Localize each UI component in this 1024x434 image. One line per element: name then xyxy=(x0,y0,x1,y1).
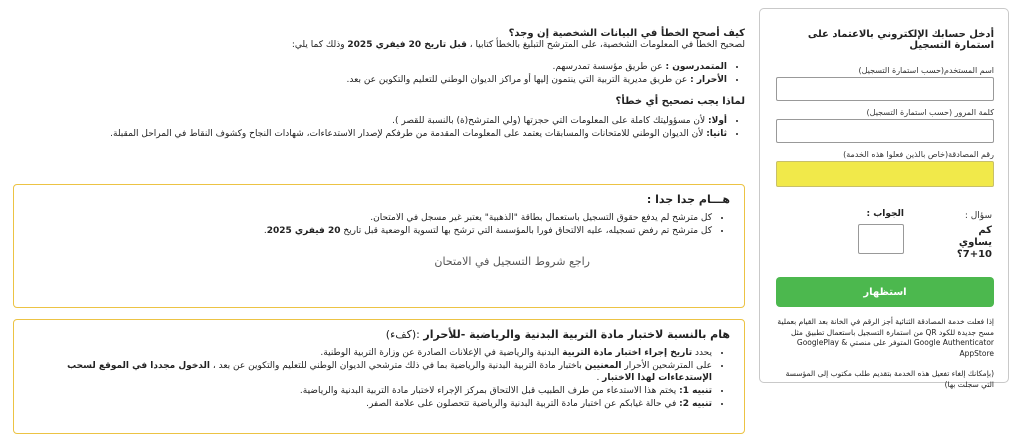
list-item-text: باختبار مادة التربية البدنية والرياضية ب… xyxy=(209,361,585,371)
pe-list: يحدد تاريخ إجراء اختبار مادة التربية الب… xyxy=(28,347,730,410)
password-label: كلمة المرور (حسب استمارة التسجيل) xyxy=(866,108,994,117)
list-item-bold: تنبيه 2: xyxy=(679,399,712,409)
auth-code-label: رقم المصادقة(خاص بالذين فعلوا هذه الخدمة… xyxy=(843,150,994,159)
fix-heading: كيف أصحح الخطأ في البيانات الشخصية إن وج… xyxy=(508,28,745,39)
list-item-text: لأن مسؤوليتك كاملة على المعلومات التي حج… xyxy=(392,116,709,126)
password-input[interactable] xyxy=(776,119,994,143)
list-item-text: البدنية والرياضية في الإعلانات الصادرة ع… xyxy=(320,348,563,358)
list-item: يحدد تاريخ إجراء اختبار مادة التربية الب… xyxy=(28,347,712,359)
question-text: كم يساوي 10+7؟ xyxy=(956,225,992,260)
pe-exam-box: هام بالنسبة لاختبار مادة التربية البدنية… xyxy=(13,319,745,434)
list-item-text: على المترشحين الأحرار xyxy=(621,361,712,371)
fix-intro-text: لصحيح الخطأ في المعلومات الشخصية، على ال… xyxy=(466,40,745,50)
list-item: كل مترشح لم يدفع حقوق التسجيل باستعمال ب… xyxy=(28,212,712,224)
captcha-answer: الجواب : xyxy=(844,209,904,254)
list-item-text: في حالة غيابكم عن اختبار مادة التربية ال… xyxy=(366,399,680,409)
info-section: كيف أصحح الخطأ في البيانات الشخصية إن وج… xyxy=(10,28,745,141)
username-input[interactable] xyxy=(776,77,994,101)
list-item-bold: تنبيه 1: xyxy=(679,386,712,396)
list-item-title: الأحرار : xyxy=(690,75,727,85)
two-factor-note: إذا فعلت خدمة المصادقة الثنائية أجز الرق… xyxy=(777,317,994,358)
registration-conditions-link[interactable]: راجع شروط التسجيل في الامتحان xyxy=(28,255,590,268)
list-item-bold: المعنيين xyxy=(584,361,622,371)
deadline-date: 20 فيفري 2025 xyxy=(266,226,341,236)
important-list: كل مترشح لم يدفع حقوق التسجيل باستعمال ب… xyxy=(28,212,730,237)
fix-intro-end: وذلك كما يلي: xyxy=(291,40,348,50)
list-item: أولا: لأن مسؤوليتك كاملة على المعلومات ا… xyxy=(10,115,727,127)
list-item: تنبيه 2: في حالة غيابكم عن اختبار مادة ا… xyxy=(28,398,712,410)
list-item: الأحرار : عن طريق مديرية التربية التي ين… xyxy=(10,74,727,86)
list-item-bold: تاريخ إجراء اختبار مادة التربية xyxy=(562,348,693,358)
list-item-title: المتمدرسون : xyxy=(665,62,728,72)
list-item-text: كل مترشح تم رفض تسجيله، عليه الالتحاق فو… xyxy=(340,226,712,236)
important-box: هـــام جدا جدا : كل مترشح لم يدفع حقوق ا… xyxy=(13,184,745,308)
list-item: تنبيه 1: يختم هذا الاستدعاء من طرف الطبي… xyxy=(28,385,712,397)
answer-input[interactable] xyxy=(858,224,904,254)
answer-label: الجواب : xyxy=(866,209,904,219)
list-item-text: عن طريق مديرية التربية التي ينتمون إليها… xyxy=(346,75,691,85)
login-panel: أدخل حسابك الإلكتروني بالاعتماد على استم… xyxy=(759,8,1009,389)
list-item-title: ثانيا: xyxy=(706,129,727,139)
captcha-question: سؤال : كم يساوي 10+7؟ xyxy=(944,211,992,261)
disable-2fa-note: (بإمكانك إلغاء تفعيل هذه الخدمة بتقديم ط… xyxy=(785,369,994,389)
list-item-text: يحدد xyxy=(692,348,712,358)
captcha-section: سؤال : كم يساوي 10+7؟ الجواب : xyxy=(774,209,994,269)
auth-code-input[interactable] xyxy=(776,161,994,187)
pe-heading-suffix: :(كفء) xyxy=(385,328,424,341)
list-item-text: لأن الديوان الوطني للامتحانات والمسابقات… xyxy=(110,129,707,139)
why-list: أولا: لأن مسؤوليتك كاملة على المعلومات ا… xyxy=(10,115,745,140)
login-title: أدخل حسابك الإلكتروني بالاعتماد على استم… xyxy=(807,29,994,51)
list-item: ثانيا: لأن الديوان الوطني للامتحانات وال… xyxy=(10,128,727,140)
fix-intro: لصحيح الخطأ في المعلومات الشخصية، على ال… xyxy=(10,39,745,51)
question-label: سؤال : xyxy=(964,211,992,221)
list-item-text: عن طريق مؤسسة تمدرسهم. xyxy=(552,62,666,72)
show-results-button[interactable]: استظهار xyxy=(776,277,994,307)
fix-list: المتمدرسون : عن طريق مؤسسة تمدرسهم. الأح… xyxy=(10,61,745,86)
list-item-title: أولا: xyxy=(708,116,727,126)
pe-heading: هام بالنسبة لاختبار مادة التربية البدنية… xyxy=(28,328,730,341)
list-item-text: يختم هذا الاستدعاء من طرف الطبيب قبل الا… xyxy=(299,386,680,396)
list-item: المتمدرسون : عن طريق مؤسسة تمدرسهم. xyxy=(10,61,728,73)
list-item: على المترشحين الأحرار المعنيين باختبار م… xyxy=(28,360,712,384)
why-heading: لماذا يجب تصحيح أي خطأ؟ xyxy=(615,96,745,107)
important-heading: هـــام جدا جدا : xyxy=(646,193,730,206)
pe-heading-text: هام بالنسبة لاختبار مادة التربية البدنية… xyxy=(423,328,730,341)
fix-deadline: قبل تاريخ 20 فيفري 2025 xyxy=(347,40,467,50)
list-item: كل مترشح تم رفض تسجيله، عليه الالتحاق فو… xyxy=(28,225,712,237)
username-label: اسم المستخدم(حسب استمارة التسجيل) xyxy=(858,66,994,75)
